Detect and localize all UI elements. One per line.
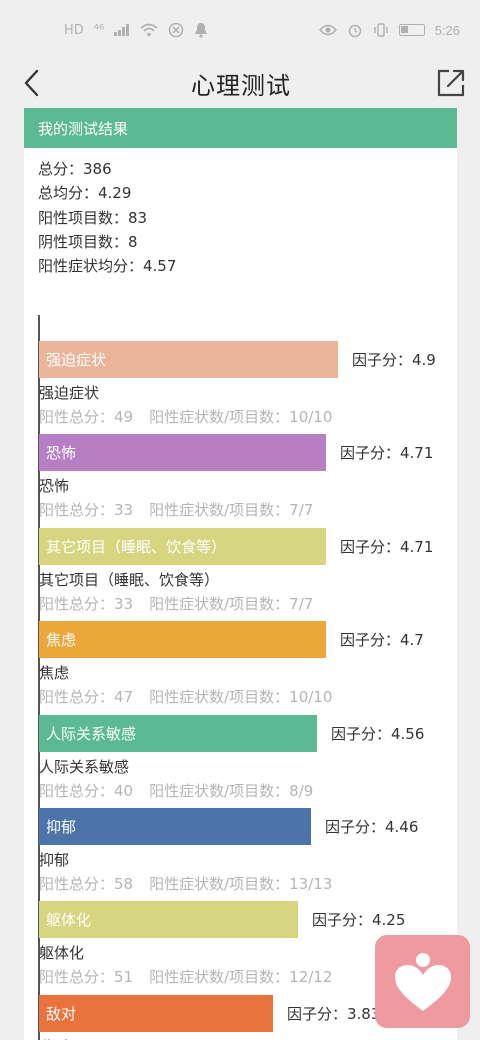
- network-label: ⁴⁶: [93, 22, 105, 38]
- factor-bar: 敌对: [39, 994, 273, 1032]
- factor-symptom-ratio: 阳性症状数/项目数：8/9: [149, 781, 314, 800]
- factor-symptom-ratio: 阳性症状数/项目数：13/13: [149, 875, 333, 893]
- total-score: 总分：386: [38, 160, 112, 178]
- eye-icon: [318, 24, 337, 36]
- negative-items-count: 阴性项目数：8: [38, 232, 138, 251]
- factor-details: 阳性总分：58 阳性症状数/项目数：13/13: [39, 873, 332, 894]
- factor-score: 因子分：4.7: [340, 631, 424, 650]
- factor-row: 人际关系敏感 因子分：4.56 人际关系敏感 阳性总分：40 阳性症状数/项目数：8/9: [39, 714, 457, 808]
- factor-name: 焦虑: [39, 664, 70, 683]
- factor-details: 阳性总分：49 阳性症状数/项目数：10/10: [39, 406, 332, 427]
- factor-row: 抑郁 因子分：4.46 抑郁 阳性总分：58 阳性症状数/项目数：13/13: [39, 808, 457, 901]
- factor-chart: 强迫症状 因子分：4.9 强迫症状 阳性总分：49 阳性症状数/项目数：10/10 恐怖因…: [38, 315, 458, 1040]
- factor-details: 阳性总分：40 阳性症状数/项目数：8/9: [39, 780, 313, 801]
- signal-icon: [114, 24, 130, 36]
- result-card-header: 我的测试结果: [24, 108, 457, 148]
- factor-positive-total: 阳性总分：51: [39, 968, 134, 987]
- heart-person-icon: [394, 952, 451, 1011]
- factor-bar: 强迫症状: [39, 341, 338, 378]
- positive-items-count: 阳性项目数：83: [38, 208, 148, 227]
- back-arrow-icon: [24, 69, 39, 97]
- factor-name: 抑郁: [39, 851, 70, 869]
- factor-positive-total: 阳性总分：33: [39, 501, 134, 520]
- factor-name: 人际关系敏感: [39, 757, 130, 776]
- factor-positive-total: 阳性总分：58: [39, 875, 134, 893]
- share-button[interactable]: [436, 68, 466, 98]
- factor-name: 躯体化: [39, 944, 85, 963]
- back-button[interactable]: [16, 68, 46, 98]
- floating-action-button[interactable]: [375, 935, 470, 1028]
- factor-bar: 恐怖: [39, 434, 326, 472]
- factor-score: 因子分：4.71: [340, 537, 434, 556]
- factor-score: 因子分：4.56: [331, 724, 425, 743]
- factor-row: 焦虑 因子分：4.7 焦虑 阳性总分：47 阳性症状数/项目数：10/10: [39, 621, 457, 714]
- status-bar: HD ⁴⁶ 5:26: [0, 0, 480, 60]
- factor-bar: 焦虑: [39, 621, 326, 659]
- factor-details: 阳性总分：51 阳性症状数/项目数：12/12: [39, 966, 332, 987]
- factor-score: 因子分：4.71: [340, 444, 434, 463]
- factor-details: 阳性总分：47 阳性症状数/项目数：10/10: [39, 686, 332, 707]
- factor-symptom-ratio: 阳性症状数/项目数：12/12: [149, 968, 333, 987]
- factor-bar: 躯体化: [39, 901, 298, 939]
- result-summary: 总分：386 总均分：4.29 阳性项目数：83 阴性项目数：8 阳性症状均分：…: [24, 148, 457, 278]
- factor-positive-total: 阳性总分：49: [39, 408, 134, 426]
- factor-name: 敌对: [39, 1036, 69, 1040]
- factor-details: 阳性总分：33 阳性症状数/项目数：7/7: [39, 499, 313, 520]
- wifi-icon: [140, 23, 158, 37]
- alarm-icon: [348, 24, 361, 38]
- factor-symptom-ratio: 阳性症状数/项目数：10/10: [149, 688, 333, 707]
- factor-bar: 其它项目（睡眠、饮食等）: [39, 527, 326, 565]
- factor-symptom-ratio: 阳性症状数/项目数：7/7: [149, 594, 314, 613]
- factor-row: 强迫症状 因子分：4.9 强迫症状 阳性总分：49 阳性症状数/项目数：10/10: [39, 341, 457, 434]
- factor-row: 恐怖 因子分：4.71 恐怖 阳性总分：33 阳性症状数/项目数：7/7: [39, 434, 457, 527]
- factor-name: 其它项目（睡眠、饮食等）: [39, 570, 220, 589]
- clock: 5:26: [434, 22, 460, 38]
- factor-positive-total: 阳性总分：47: [39, 688, 134, 707]
- page-title: 心理测试: [191, 71, 291, 100]
- factor-score: 因子分：4.9: [352, 351, 436, 369]
- blocked-icon: [168, 22, 184, 38]
- factor-positive-total: 阳性总分：33: [39, 594, 134, 613]
- factor-score: 因子分：4.46: [325, 818, 419, 836]
- vibrate-icon: [373, 23, 388, 37]
- factor-positive-total: 阳性总分：40: [39, 781, 134, 800]
- factor-symptom-ratio: 阳性症状数/项目数：10/10: [149, 408, 333, 426]
- factor-name: 恐怖: [39, 477, 70, 496]
- factor-score: 因子分：3.83: [287, 1004, 381, 1023]
- factor-name: 强迫症状: [39, 384, 100, 402]
- status-left: HD ⁴⁶: [64, 22, 208, 38]
- share-icon: [437, 69, 465, 97]
- factor-symptom-ratio: 阳性症状数/项目数：7/7: [149, 501, 314, 520]
- notification-bell-icon: [195, 23, 208, 38]
- factor-bar: 人际关系敏感: [39, 714, 317, 752]
- factor-details: 阳性总分：33 阳性症状数/项目数：7/7: [39, 593, 313, 614]
- factor-score: 因子分：4.25: [312, 911, 406, 930]
- navigation-bar: 心理测试: [0, 60, 480, 106]
- positive-symptom-average: 阳性症状均分：4.57: [38, 257, 177, 276]
- status-right: 5:26: [318, 22, 460, 38]
- factor-bar: 抑郁: [39, 808, 311, 845]
- factor-row: 其它项目（睡眠、饮食等） 因子分：4.71 其它项目（睡眠、饮食等） 阳性总分：33 阳…: [39, 527, 457, 621]
- battery-icon: [398, 24, 425, 36]
- total-average: 总均分：4.29: [38, 184, 132, 203]
- carrier-label: HD: [64, 22, 84, 38]
